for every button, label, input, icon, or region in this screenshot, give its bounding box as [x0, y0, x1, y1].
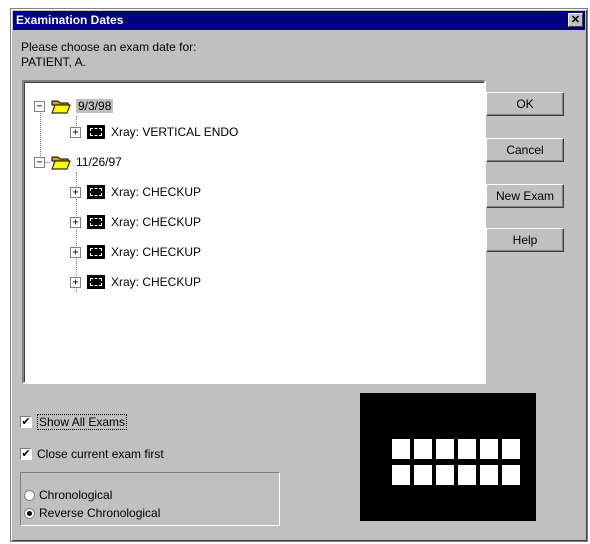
prompt-line: Please choose an exam date for:: [21, 40, 197, 54]
expand-icon[interactable]: +: [70, 216, 81, 228]
collapse-icon[interactable]: −: [34, 156, 45, 168]
tree-item[interactable]: + Xray: CHECKUP: [70, 182, 201, 202]
open-folder-icon: [51, 100, 71, 114]
prompt-text: Please choose an exam date for: PATIENT,…: [21, 40, 196, 70]
expand-icon[interactable]: +: [70, 246, 81, 258]
tree-group-date[interactable]: − 9/3/98: [34, 96, 114, 116]
tree-item-label[interactable]: Xray: CHECKUP: [111, 275, 201, 289]
tree-group-date[interactable]: − 11/26/97: [34, 152, 122, 172]
title-bar: Examination Dates ✕: [13, 11, 585, 30]
close-current-exam-checkbox[interactable]: ✔ Close current exam first: [20, 446, 164, 462]
xray-icon: [87, 125, 105, 139]
tree-item[interactable]: + Xray: CHECKUP: [70, 272, 201, 292]
tree-item[interactable]: + Xray: CHECKUP: [70, 242, 201, 262]
tree-item[interactable]: + Xray: CHECKUP: [70, 212, 201, 232]
xray-icon: [87, 245, 105, 259]
tree-item[interactable]: + Xray: VERTICAL ENDO: [70, 122, 238, 142]
close-icon: ✕: [570, 14, 581, 26]
check-icon: ✔: [21, 416, 31, 428]
radio-button[interactable]: [24, 489, 35, 501]
show-all-exams-label[interactable]: Show All Exams: [37, 414, 128, 430]
cancel-button[interactable]: Cancel: [486, 138, 564, 162]
sort-order-group: Chronological Reverse Chronological: [20, 472, 280, 526]
help-button[interactable]: Help: [486, 228, 564, 252]
checkbox-box[interactable]: ✔: [20, 416, 32, 428]
window-title: Examination Dates: [16, 13, 124, 27]
collapse-icon[interactable]: −: [34, 100, 45, 112]
tree-date-label[interactable]: 9/3/98: [76, 99, 114, 113]
tree-item-label[interactable]: Xray: CHECKUP: [111, 245, 201, 259]
tree-date-label[interactable]: 11/26/97: [76, 155, 122, 169]
check-icon: ✔: [21, 448, 31, 460]
xray-layout-preview: [360, 393, 536, 521]
expand-icon[interactable]: +: [70, 126, 81, 138]
radio-button[interactable]: [24, 507, 35, 519]
ok-button[interactable]: OK: [486, 92, 564, 116]
chronological-label[interactable]: Chronological: [39, 488, 112, 502]
xray-icon: [87, 275, 105, 289]
xray-icon: [87, 185, 105, 199]
xray-icon: [87, 215, 105, 229]
tree-item-label[interactable]: Xray: CHECKUP: [111, 185, 201, 199]
reverse-chronological-radio[interactable]: Reverse Chronological: [24, 505, 160, 521]
expand-icon[interactable]: +: [70, 186, 81, 198]
close-button[interactable]: ✕: [568, 13, 583, 27]
tree-item-label[interactable]: Xray: CHECKUP: [111, 215, 201, 229]
checkbox-box[interactable]: ✔: [20, 448, 32, 460]
close-current-exam-label[interactable]: Close current exam first: [37, 447, 164, 461]
show-all-exams-checkbox[interactable]: ✔ Show All Exams: [20, 414, 128, 430]
open-folder-icon: [51, 156, 71, 170]
reverse-chronological-label[interactable]: Reverse Chronological: [39, 506, 160, 520]
patient-name: PATIENT, A.: [21, 55, 86, 69]
new-exam-button[interactable]: New Exam: [486, 184, 564, 208]
exam-tree-view[interactable]: − 9/3/98 + Xray: VERTICAL ENDO − 11/26/9…: [22, 80, 486, 384]
chronological-radio[interactable]: Chronological: [24, 487, 112, 503]
expand-icon[interactable]: +: [70, 276, 81, 288]
tree-item-label[interactable]: Xray: VERTICAL ENDO: [111, 125, 238, 139]
